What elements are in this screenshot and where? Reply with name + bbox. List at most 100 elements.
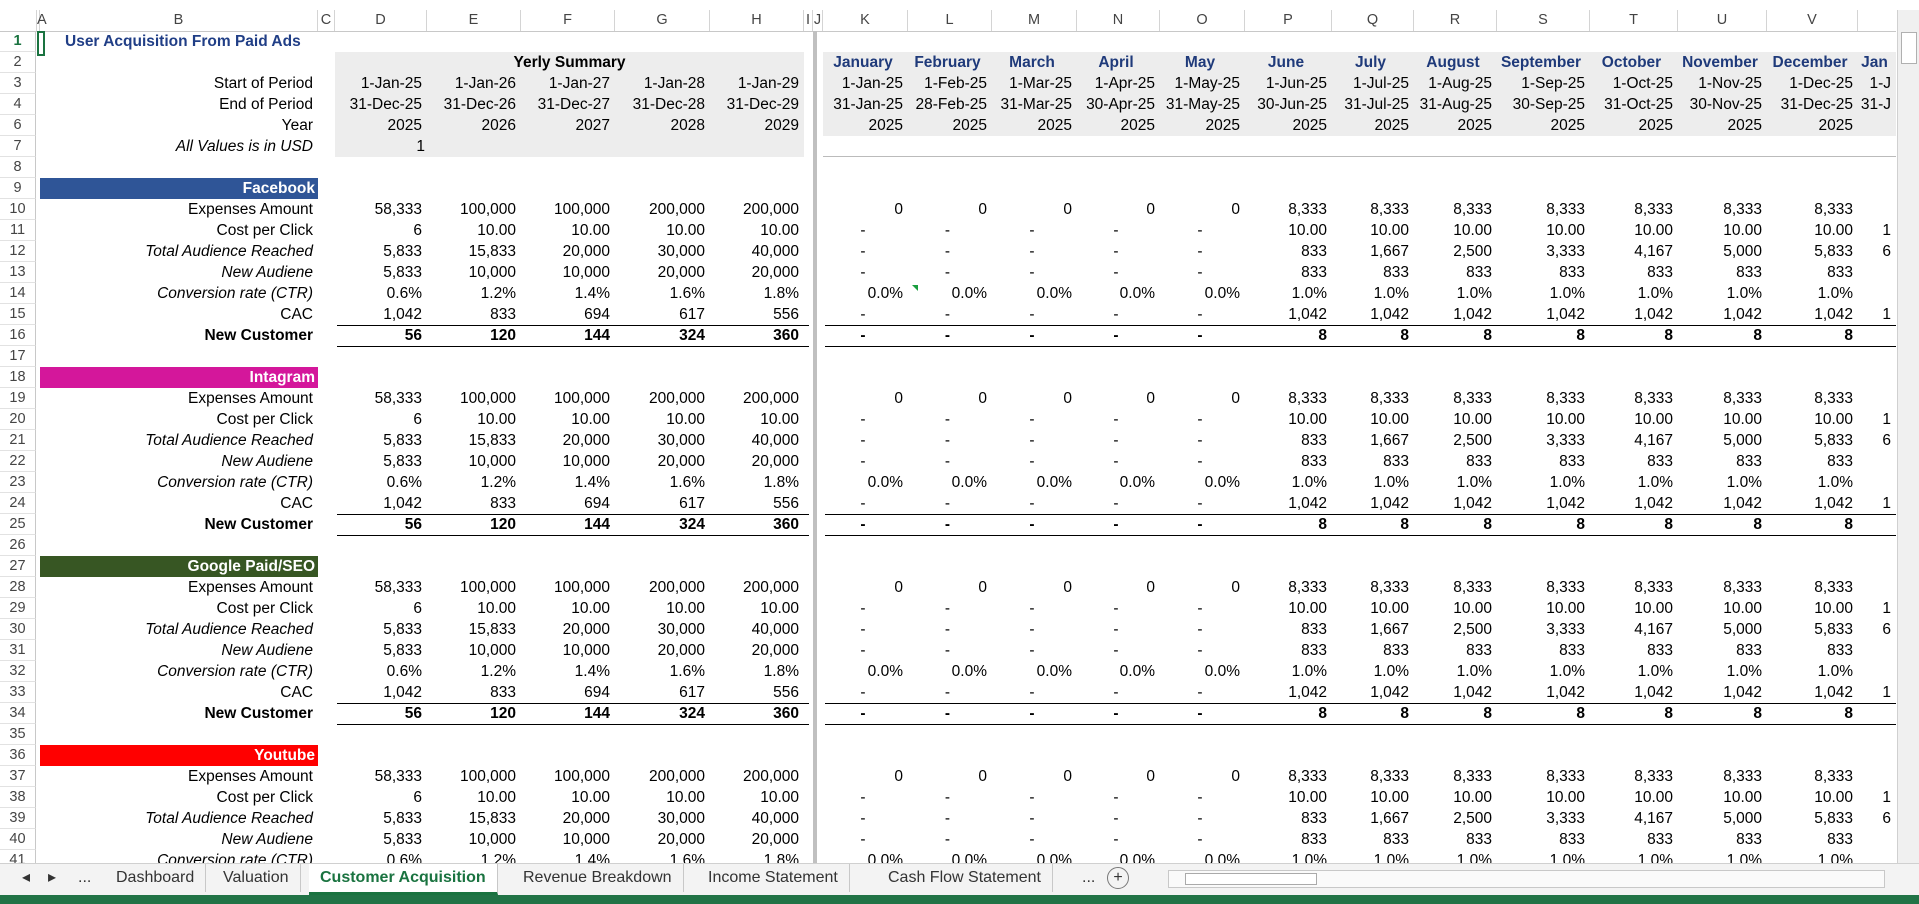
monthly-value[interactable]: - [823, 451, 903, 472]
monthly-value[interactable] [1858, 283, 1891, 304]
yearly-value[interactable]: 58,333 [335, 766, 422, 787]
monthly-value[interactable]: 10.00 [1332, 787, 1409, 808]
monthly-value[interactable]: 0.0% [1160, 283, 1240, 304]
monthly-value[interactable]: 0 [908, 388, 987, 409]
monthly-value[interactable]: 1,042 [1767, 304, 1853, 325]
monthly-value[interactable]: 1.0% [1414, 850, 1492, 863]
monthly-value[interactable]: - [823, 514, 903, 535]
monthly-value[interactable]: 10.00 [1414, 409, 1492, 430]
row-header[interactable]: 21 [0, 430, 36, 451]
monthly-end-date[interactable]: 31-Dec-25 [1767, 94, 1853, 115]
monthly-value[interactable]: 833 [1332, 829, 1409, 850]
yearly-value[interactable]: 0.6% [335, 661, 422, 682]
monthly-value[interactable]: 8,333 [1332, 766, 1409, 787]
yearly-value[interactable]: 10.00 [521, 409, 610, 430]
monthly-value[interactable]: - [823, 220, 903, 241]
tab-prev-button[interactable]: ◂ [18, 864, 34, 892]
yearly-value[interactable]: 10.00 [615, 787, 705, 808]
yearly-start-date[interactable]: 1-Jan-29 [710, 73, 799, 94]
column-header-g[interactable]: G [615, 10, 710, 31]
monthly-value[interactable]: 8,333 [1245, 577, 1327, 598]
row-header[interactable]: 24 [0, 493, 36, 514]
monthly-value[interactable]: 10.00 [1678, 787, 1762, 808]
row-header[interactable]: 29 [0, 598, 36, 619]
monthly-value[interactable]: 8,333 [1678, 766, 1762, 787]
monthly-value[interactable]: 5,000 [1678, 808, 1762, 829]
column-header-d[interactable]: D [335, 10, 427, 31]
metric-label[interactable]: Cost per Click [40, 598, 313, 619]
yearly-value[interactable]: 200,000 [615, 766, 705, 787]
metric-label[interactable]: New Audiene [40, 829, 313, 850]
monthly-value[interactable]: 0 [823, 388, 903, 409]
yearly-value[interactable]: 10,000 [521, 640, 610, 661]
monthly-value[interactable]: 1,042 [1590, 304, 1673, 325]
monthly-year[interactable]: 2025 [992, 115, 1072, 136]
monthly-start-date[interactable]: 1-Aug-25 [1414, 73, 1492, 94]
yearly-value[interactable]: 324 [615, 514, 705, 535]
monthly-value[interactable]: 1 [1858, 220, 1891, 241]
month-header[interactable]: February [908, 52, 987, 73]
yearly-value[interactable]: 10,000 [427, 829, 516, 850]
metric-label[interactable]: Expenses Amount [40, 388, 313, 409]
monthly-value[interactable]: 1,042 [1332, 304, 1409, 325]
monthly-value[interactable]: - [908, 640, 987, 661]
monthly-value[interactable]: 833 [1497, 451, 1585, 472]
monthly-value[interactable]: 1 [1858, 409, 1891, 430]
monthly-value[interactable]: 6 [1858, 619, 1891, 640]
monthly-value[interactable] [1858, 703, 1891, 724]
monthly-value[interactable]: - [992, 409, 1072, 430]
monthly-value[interactable]: 833 [1245, 262, 1327, 283]
monthly-value[interactable]: 1,042 [1332, 682, 1409, 703]
monthly-value[interactable]: - [992, 619, 1072, 640]
yearly-value[interactable]: 58,333 [335, 199, 422, 220]
row-header[interactable]: 30 [0, 619, 36, 640]
monthly-value[interactable]: - [908, 409, 987, 430]
monthly-value[interactable]: 8,333 [1414, 199, 1492, 220]
monthly-start-date[interactable]: 1-Jun-25 [1245, 73, 1327, 94]
column-header-s[interactable]: S [1497, 10, 1590, 31]
monthly-end-date[interactable]: 30-Apr-25 [1077, 94, 1155, 115]
monthly-value[interactable]: 833 [1414, 451, 1492, 472]
monthly-value[interactable]: - [1160, 703, 1240, 724]
monthly-value[interactable]: 10.00 [1332, 220, 1409, 241]
yearly-value[interactable]: 10.00 [521, 598, 610, 619]
row-header[interactable]: 23 [0, 472, 36, 493]
monthly-value[interactable]: 833 [1497, 829, 1585, 850]
yearly-value[interactable]: 6 [335, 787, 422, 808]
row-header[interactable]: 35 [0, 724, 36, 745]
yearly-value[interactable]: 694 [521, 493, 610, 514]
metric-label[interactable]: Total Audience Reached [40, 619, 313, 640]
monthly-value[interactable]: 833 [1767, 262, 1853, 283]
yearly-value[interactable]: 200,000 [615, 388, 705, 409]
monthly-value[interactable]: 1.0% [1590, 850, 1673, 863]
monthly-value[interactable]: 8,333 [1414, 766, 1492, 787]
monthly-year[interactable]: 2025 [908, 115, 987, 136]
month-header[interactable]: July [1332, 52, 1409, 73]
monthly-value[interactable]: 8 [1414, 325, 1492, 346]
monthly-value[interactable]: 1,042 [1678, 304, 1762, 325]
yearly-value[interactable]: 20,000 [615, 829, 705, 850]
monthly-value[interactable]: 8 [1767, 325, 1853, 346]
monthly-value[interactable]: - [1160, 262, 1240, 283]
yearly-value[interactable]: 6 [335, 598, 422, 619]
yearly-value[interactable]: 100,000 [521, 199, 610, 220]
row-header[interactable]: 1 [0, 31, 36, 52]
metric-label[interactable]: Cost per Click [40, 409, 313, 430]
monthly-value[interactable] [1858, 577, 1891, 598]
column-header-p[interactable]: P [1245, 10, 1332, 31]
section-title-facebook[interactable]: Facebook [40, 178, 318, 199]
monthly-value[interactable]: 1,667 [1332, 808, 1409, 829]
metric-label[interactable]: Total Audience Reached [40, 241, 313, 262]
monthly-value[interactable]: 8 [1678, 514, 1762, 535]
monthly-value[interactable]: 833 [1332, 640, 1409, 661]
monthly-value[interactable]: - [1077, 493, 1155, 514]
row-header[interactable]: 19 [0, 388, 36, 409]
monthly-value[interactable]: 1 [1858, 304, 1891, 325]
monthly-value[interactable]: 1.0% [1590, 472, 1673, 493]
monthly-value[interactable]: 1.0% [1767, 850, 1853, 863]
month-header[interactable]: March [992, 52, 1072, 73]
monthly-value[interactable]: - [1077, 703, 1155, 724]
monthly-value[interactable]: 10.00 [1590, 787, 1673, 808]
yearly-value[interactable]: 10,000 [521, 262, 610, 283]
metric-label[interactable]: New Audiene [40, 451, 313, 472]
